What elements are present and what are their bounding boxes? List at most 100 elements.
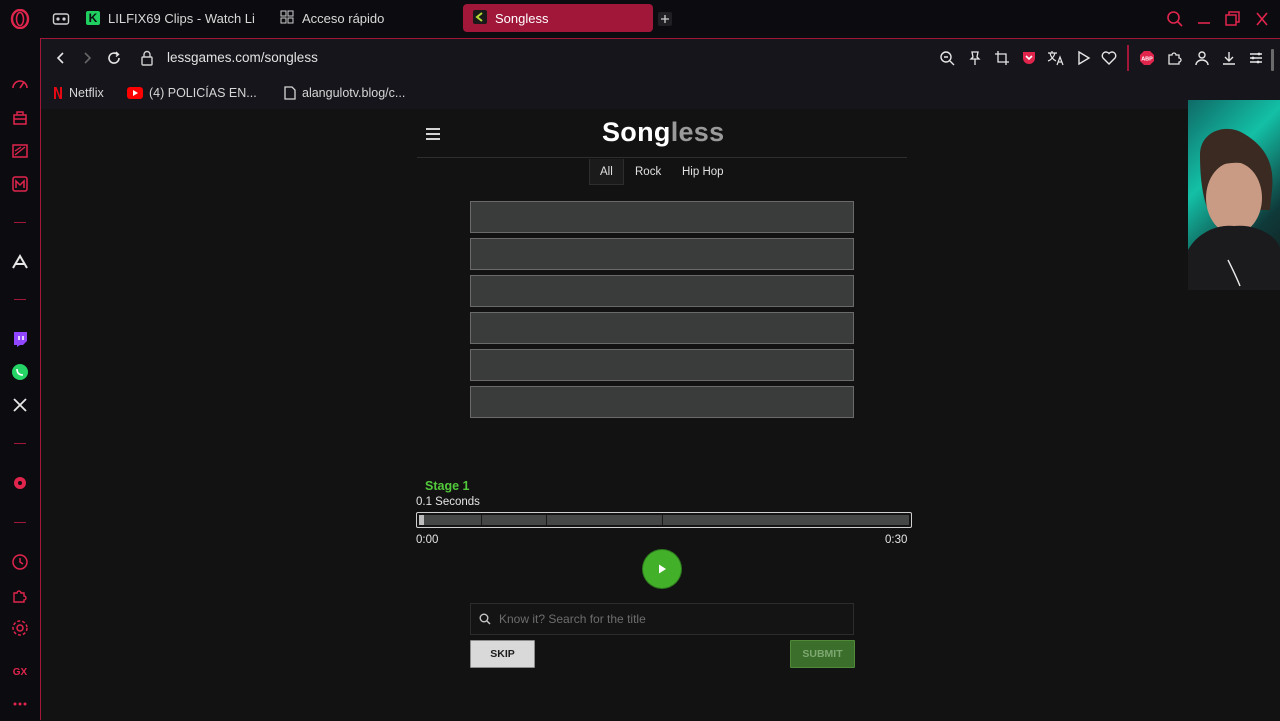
- settings-icon[interactable]: [10, 618, 30, 638]
- streamer-figure: [1188, 128, 1280, 290]
- scrollbar-handle[interactable]: [1271, 49, 1274, 71]
- tab-acceso-rapido[interactable]: Acceso rápido: [280, 4, 450, 32]
- adblock-plus-icon[interactable]: ABP: [1139, 50, 1155, 71]
- grid-icon: [280, 10, 294, 27]
- history-icon[interactable]: [10, 552, 30, 572]
- sidebar-separator: [14, 443, 26, 444]
- page-icon: [284, 86, 296, 100]
- search-tabs-icon[interactable]: [1166, 10, 1184, 33]
- guess-slot: [470, 312, 854, 344]
- svg-text:ABP: ABP: [1141, 57, 1153, 63]
- bookmark-netflix[interactable]: Netflix: [53, 83, 104, 103]
- genre-tab-all[interactable]: All: [589, 159, 624, 185]
- close-window-button[interactable]: [1254, 10, 1270, 33]
- time-end: 0:30: [885, 534, 908, 546]
- bookmark-alangulotv[interactable]: alangulotv.blog/c...: [284, 83, 405, 103]
- new-tab-button[interactable]: [657, 11, 673, 27]
- pin-icon[interactable]: [967, 50, 983, 71]
- skip-button[interactable]: SKIP: [470, 640, 535, 668]
- guess-slot: [470, 201, 854, 233]
- guess-slot: [470, 238, 854, 270]
- audio-progress-bar[interactable]: [416, 512, 912, 528]
- restore-button[interactable]: [1224, 10, 1240, 33]
- bookmarks-bar: Netflix (4) POLICÍAS EN... alangulotv.bl…: [41, 77, 1280, 109]
- guess-slot: [470, 386, 854, 418]
- twitch-icon[interactable]: [10, 329, 30, 349]
- progress-track: [419, 515, 909, 525]
- tab-label: Acceso rápido: [302, 10, 385, 26]
- player-icon[interactable]: [1075, 50, 1091, 71]
- gx-corner-icon[interactable]: [10, 141, 30, 161]
- logo-song: Song: [602, 117, 671, 147]
- opera-logo-icon[interactable]: [10, 8, 30, 30]
- back-button[interactable]: [53, 50, 69, 71]
- kick-icon: K: [86, 11, 100, 25]
- profile-icon[interactable]: [1194, 50, 1210, 71]
- mixer-icon[interactable]: [10, 174, 30, 194]
- youtube-icon: [127, 87, 143, 99]
- songless-icon: [473, 9, 487, 27]
- x-twitter-icon[interactable]: [10, 395, 30, 415]
- tab-manager-icon[interactable]: [52, 11, 70, 27]
- songless-page: Songless All Rock Hip Hop Stage 1 0.1 Se…: [41, 109, 1280, 721]
- sidebar-separator: [14, 299, 26, 300]
- whatsapp-icon[interactable]: [10, 362, 30, 382]
- logo-less: less: [670, 117, 725, 147]
- bookmark-label: (4) POLICÍAS EN...: [149, 86, 257, 100]
- zoom-icon[interactable]: [939, 50, 955, 71]
- tab-label: LILFIX69 Clips - Watch Li: [108, 10, 255, 26]
- tab-lilfix69[interactable]: K LILFIX69 Clips - Watch Li: [86, 4, 258, 32]
- seconds-label: 0.1 Seconds: [416, 496, 480, 508]
- browser-frame: lessgames.com/songless ABP Netflix (4) P…: [40, 38, 1280, 721]
- header-divider: [417, 157, 907, 158]
- bookmark-label: Netflix: [69, 86, 104, 100]
- gx-control-icon[interactable]: [10, 108, 30, 128]
- tab-strip: K LILFIX69 Clips - Watch Li Acceso rápid…: [0, 0, 1280, 38]
- url-text[interactable]: lessgames.com/songless: [167, 50, 318, 65]
- submit-button[interactable]: SUBMIT: [790, 640, 855, 668]
- stage-marker: [481, 515, 482, 525]
- lock-icon[interactable]: [140, 50, 154, 71]
- time-start: 0:00: [416, 534, 439, 546]
- pocket-shield-icon[interactable]: [1021, 50, 1037, 71]
- song-search-input[interactable]: [499, 612, 829, 626]
- stage-marker: [662, 515, 663, 525]
- reload-button[interactable]: [106, 50, 122, 71]
- genre-tab-hip-hop[interactable]: Hip Hop: [672, 159, 734, 185]
- play-button[interactable]: [643, 550, 681, 588]
- guess-slot: [470, 275, 854, 307]
- bookmark-youtube[interactable]: (4) POLICÍAS EN...: [127, 83, 257, 103]
- favorites-heart-icon[interactable]: [1101, 50, 1117, 71]
- address-bar: lessgames.com/songless ABP: [41, 39, 1280, 77]
- download-icon[interactable]: [1221, 50, 1237, 71]
- extensions-icon[interactable]: [10, 585, 30, 605]
- search-icon: [479, 613, 491, 625]
- extensions-puzzle-icon[interactable]: [1167, 50, 1183, 71]
- gx-label[interactable]: GX: [10, 662, 30, 682]
- tab-songless[interactable]: Songless: [463, 4, 653, 32]
- record-icon[interactable]: [10, 473, 30, 493]
- tab-label: Songless: [495, 10, 549, 26]
- song-search-box[interactable]: [470, 603, 854, 635]
- songless-logo[interactable]: Songless: [602, 117, 724, 148]
- genre-tab-rock[interactable]: Rock: [625, 159, 671, 185]
- toolbar-separator: [1127, 45, 1129, 71]
- sidebar: GX: [0, 38, 40, 720]
- bookmark-label: alangulotv.blog/c...: [302, 86, 406, 100]
- translate-icon[interactable]: [1047, 50, 1065, 71]
- guess-slot: [470, 349, 854, 381]
- sidebar-separator: [14, 522, 26, 523]
- aria-icon[interactable]: [10, 252, 30, 272]
- webcam-overlay: [1188, 100, 1280, 290]
- easy-setup-menu-icon[interactable]: [1248, 50, 1264, 71]
- minimize-button[interactable]: [1196, 10, 1212, 33]
- more-icon[interactable]: [10, 694, 30, 714]
- netflix-icon: [54, 87, 62, 99]
- speed-dial-icon[interactable]: [10, 75, 30, 95]
- stage-marker: [546, 515, 547, 525]
- snapshot-icon[interactable]: [994, 50, 1010, 71]
- sidebar-separator: [14, 222, 26, 223]
- hamburger-menu-icon[interactable]: [425, 127, 441, 146]
- play-icon: [659, 564, 666, 574]
- forward-button[interactable]: [79, 50, 95, 71]
